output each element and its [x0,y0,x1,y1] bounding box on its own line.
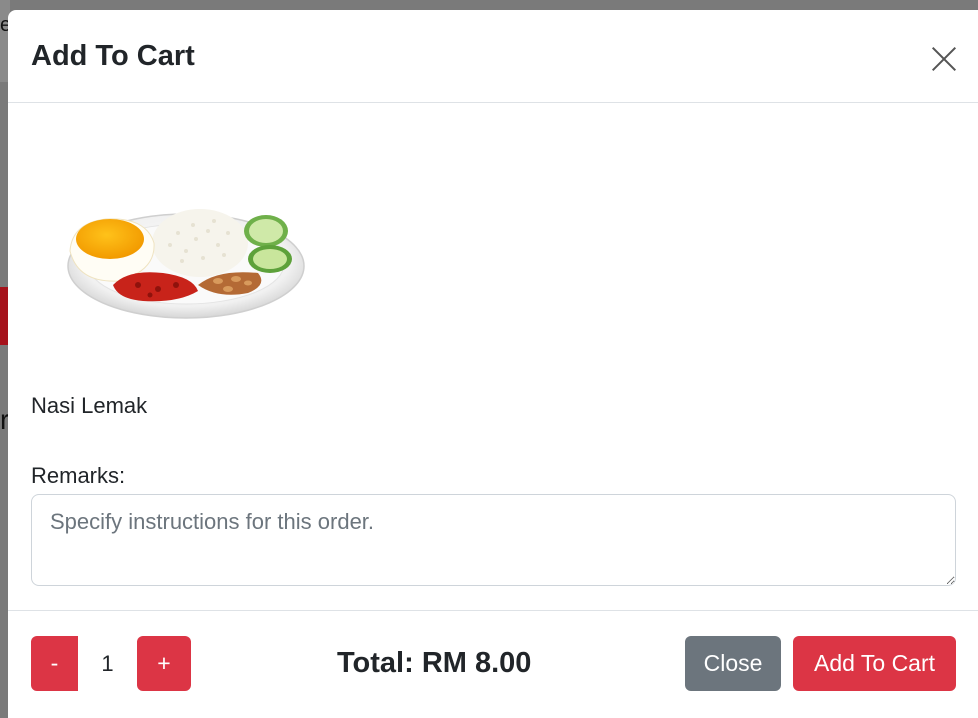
order-total: Total: RM 8.00 [337,647,532,679]
quantity-value: 1 [101,650,114,676]
quantity-decrease-button[interactable]: - [31,636,78,691]
modal-footer: - 1 + Total: RM 8.00 Close Add To Cart [8,610,978,718]
item-name: Nasi Lemak [31,393,148,418]
remarks-textarea[interactable] [31,494,956,586]
modal-title: Add To Cart [31,40,195,72]
add-to-cart-modal: Add To Cart Nasi Lemak Remarks: Specify … [8,10,978,718]
close-icon[interactable] [926,41,962,77]
background-red-element [0,287,8,345]
modal-body: Nasi Lemak Remarks: [8,103,978,610]
remarks-label: Remarks: [31,463,126,488]
quantity-increase-button[interactable]: + [137,636,191,691]
nasi-lemak-plate-image [67,209,305,319]
modal-header: Add To Cart [8,10,978,103]
add-to-cart-button[interactable]: Add To Cart [793,636,956,691]
close-button[interactable]: Close [685,636,781,691]
